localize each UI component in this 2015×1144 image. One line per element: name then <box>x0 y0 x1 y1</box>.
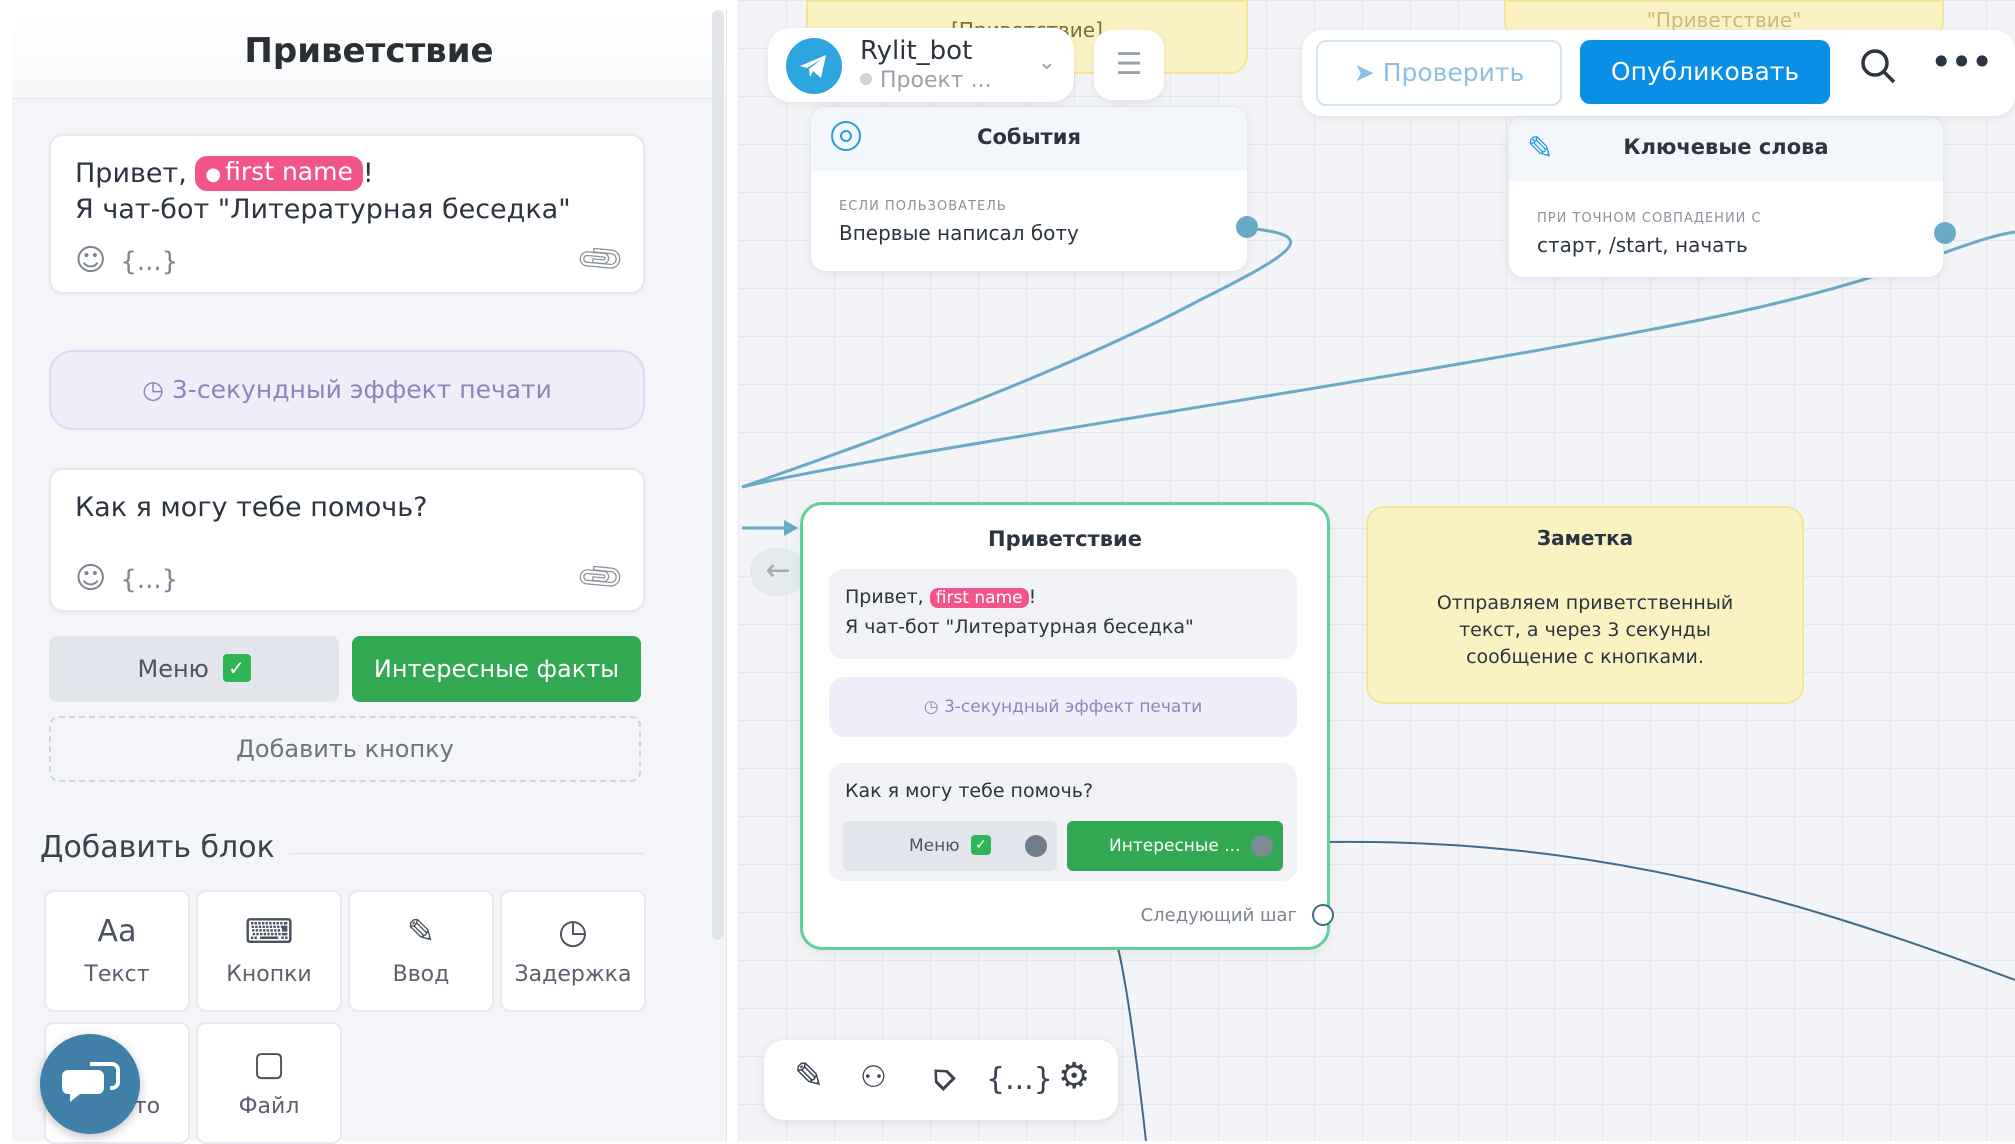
note-card[interactable]: Заметка Отправляем приветственный текст,… <box>1366 506 1804 704</box>
first-name-tag: first name <box>929 588 1029 608</box>
tile-file[interactable]: ▢ Файл <box>196 1022 342 1144</box>
keyboard-icon: ⌨ <box>244 912 294 952</box>
add-button[interactable]: Добавить кнопку <box>49 716 641 782</box>
node-button-menu[interactable]: Меню ✓ <box>843 821 1057 871</box>
message-card-greeting[interactable]: Привет, ● first name! Я чат-бот "Литерату… <box>49 134 645 294</box>
checkmark-icon: ✓ <box>970 835 991 855</box>
node-message-text: Привет, first name! <box>845 586 1037 608</box>
bot-selector[interactable]: Rylit_bot Проект ... ⌄ <box>768 28 1074 102</box>
back-arrow-button[interactable]: ← <box>750 548 806 596</box>
tile-text[interactable]: Aa Текст <box>44 890 190 1012</box>
node-message-1[interactable]: Привет, first name! Я чат-бот "Литератур… <box>829 569 1297 659</box>
node-title: Ключевые слова <box>1623 135 1829 159</box>
menu-icon: ☰ <box>1115 47 1143 82</box>
clock-icon: ◷ <box>558 912 588 952</box>
emoji-icon[interactable]: ☺ <box>75 561 106 596</box>
message-line-1[interactable]: Привет, ● first name! <box>75 156 374 192</box>
message-card-question[interactable]: Как я могу тебе помочь? ☺ {...} 📎︎ <box>49 468 645 612</box>
gear-icon[interactable]: ⚙ <box>1058 1056 1090 1097</box>
tag-icon[interactable]: ⌂ <box>919 1054 964 1099</box>
clock-icon: ◷ <box>923 697 944 717</box>
bot-name: Rylit_bot <box>860 36 973 66</box>
block-editor-panel: Приветствие Привет, ● first name! Я чат-б… <box>12 10 727 1144</box>
person-icon: ● <box>205 164 222 185</box>
question-text[interactable]: Как я могу тебе помочь? <box>75 490 428 526</box>
tile-input[interactable]: ✎ Ввод <box>348 890 494 1012</box>
tile-delay[interactable]: ◷ Задержка <box>500 890 646 1012</box>
keywords-node[interactable]: ✎ Ключевые слова При точном совпадении с… <box>1508 116 1944 278</box>
chat-icon <box>62 1062 120 1102</box>
send-icon: ➤ <box>1353 58 1383 87</box>
hamburger-menu-button[interactable]: ☰ <box>1094 30 1164 100</box>
add-block-heading: Добавить блок <box>40 830 275 865</box>
delay-label: 3-секундный эффект печати <box>171 375 552 404</box>
next-step-port[interactable] <box>1312 904 1334 926</box>
message-tools: ☺ {...} <box>75 243 192 278</box>
greeting-node[interactable]: Приветствие Привет, first name! Я чат-бо… <box>800 502 1330 950</box>
paperclip-icon[interactable]: 📎︎ <box>573 549 629 604</box>
more-icon[interactable]: ••• <box>1930 40 1993 84</box>
panel-scrollbar[interactable] <box>712 10 724 940</box>
node-condition-value: Впервые написал боту <box>839 221 1079 245</box>
next-step-label: Следующий шаг <box>1140 905 1297 926</box>
text-icon: Aa <box>97 914 137 949</box>
node-message-2[interactable]: Как я могу тебе помочь? Меню ✓ Интересны… <box>829 763 1297 881</box>
bottom-toolbar: ✎ ⚇ ⌂ {...} ⚙ <box>764 1040 1118 1120</box>
emoji-icon[interactable]: ☺ <box>75 243 106 278</box>
tile-buttons[interactable]: ⌨ Кнопки <box>196 890 342 1012</box>
note-text: "Приветствие" <box>1646 8 1802 32</box>
variables-icon[interactable]: {...} <box>120 565 178 595</box>
node-button-facts[interactable]: Интересные ... <box>1067 821 1283 871</box>
pencil-icon: ✎ <box>406 912 436 952</box>
typing-delay-block[interactable]: ◷ 3-секундный эффект печати <box>49 350 645 430</box>
pencil-icon[interactable]: ✎ <box>794 1056 824 1097</box>
events-output-port[interactable] <box>1236 216 1258 238</box>
clock-icon: ◷ <box>142 375 172 404</box>
first-name-tag[interactable]: ● first name <box>195 156 363 191</box>
chevron-down-icon: ⌄ <box>1037 50 1056 75</box>
button-interesting-facts[interactable]: Интересные факты <box>352 636 641 702</box>
support-chat-button[interactable] <box>40 1034 140 1134</box>
status-dot <box>860 73 872 85</box>
node-condition-label: При точном совпадении с <box>1537 211 1762 226</box>
bot-status: Проект ... <box>860 68 992 93</box>
search-icon[interactable] <box>1858 46 1898 95</box>
note-title: Заметка <box>1536 526 1634 550</box>
node-question: Как я могу тебе помочь? <box>845 780 1094 802</box>
top-actions-bar: ➤ Проверить Опубликовать ••• <box>1302 30 2015 116</box>
events-node[interactable]: События Если пользователь Впервые написа… <box>810 106 1248 272</box>
node-title: События <box>977 125 1081 149</box>
variables-icon[interactable]: {...} <box>120 247 178 277</box>
users-icon[interactable]: ⚇ <box>860 1060 887 1095</box>
node-condition-label: Если пользователь <box>839 199 1007 214</box>
message-line-2[interactable]: Я чат-бот "Литературная беседка" <box>75 192 571 228</box>
node-delay-label: 3-секундный эффект печати <box>943 697 1203 717</box>
publish-button[interactable]: Опубликовать <box>1580 40 1830 104</box>
paperclip-icon[interactable]: 📎︎ <box>573 231 629 286</box>
keywords-output-port[interactable] <box>1934 222 1956 244</box>
check-button[interactable]: ➤ Проверить <box>1316 40 1562 106</box>
checkmark-icon: ✓ <box>222 654 251 682</box>
variables-icon[interactable]: {...} <box>986 1062 1053 1097</box>
divider <box>290 853 644 854</box>
node-delay[interactable]: ◷ 3-секундный эффект печати <box>829 677 1297 737</box>
button-port[interactable] <box>1251 835 1273 857</box>
panel-title: Приветствие <box>12 10 726 99</box>
button-menu[interactable]: Меню ✓ <box>49 636 339 702</box>
arrow-left-icon: ← <box>765 553 791 588</box>
message-tools: ☺ {...} <box>75 561 192 596</box>
node-message-line2: Я чат-бот "Литературная беседка" <box>845 616 1194 638</box>
note-text: Отправляем приветственный текст, а через… <box>1436 592 1734 668</box>
node-condition-value: старт, /start, начать <box>1537 233 1748 257</box>
button-port[interactable] <box>1025 835 1047 857</box>
node-title: Приветствие <box>988 527 1142 551</box>
file-icon: ▢ <box>252 1044 286 1084</box>
telegram-icon <box>786 38 842 94</box>
